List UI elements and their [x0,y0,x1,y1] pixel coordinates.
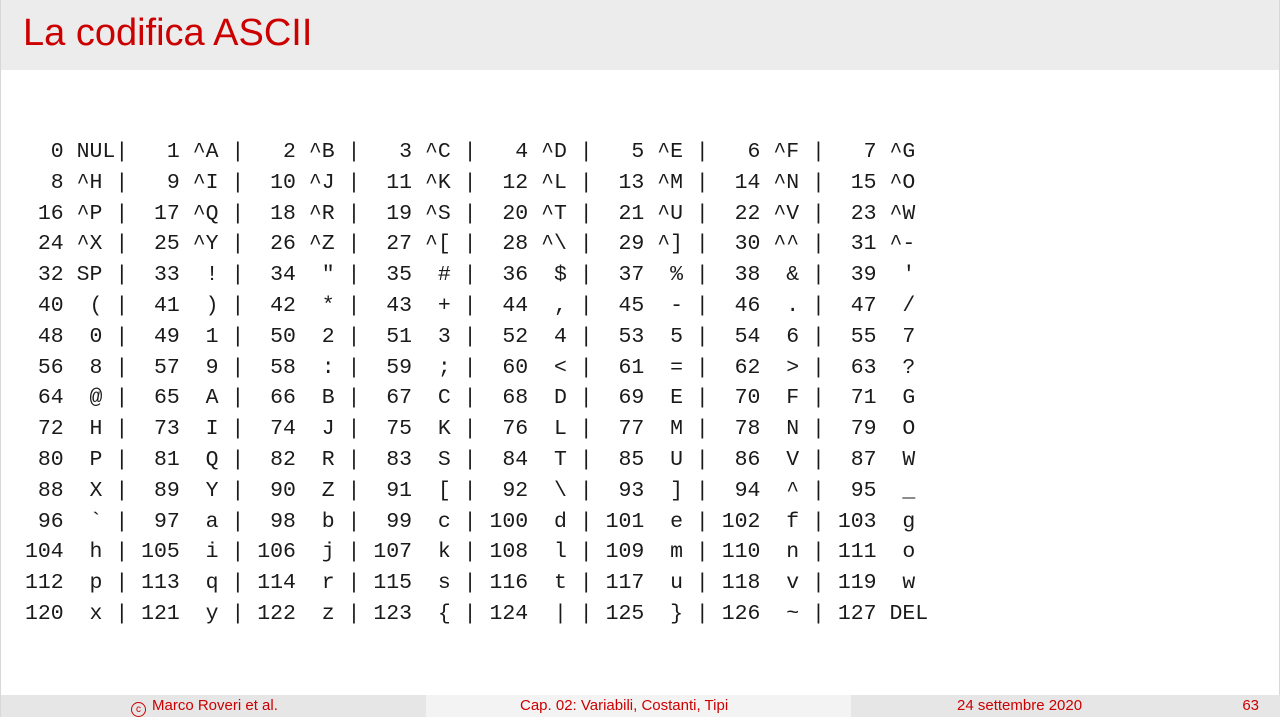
slide-title: La codifica ASCII [23,12,313,54]
ascii-table: 0 NUL| 1 ^A | 2 ^B | 3 ^C | 4 ^D | 5 ^E … [25,137,928,630]
ascii-table-row: 0 NUL| 1 ^A | 2 ^B | 3 ^C | 4 ^D | 5 ^E … [25,140,916,164]
footer-page-number: 63 [1242,697,1259,714]
ascii-table-row: 48 0 | 49 1 | 50 2 | 51 3 | 52 4 | 53 5 … [25,324,916,349]
ascii-table-row: 56 8 | 57 9 | 58 : | 59 ; | 60 < | 61 = … [25,355,916,380]
footer-chapter-section: Cap. 02: Variabili, Costanti, Tipi [426,695,851,717]
footer-author-section: c Marco Roveri et al. [1,695,426,717]
ascii-table-row: 40 ( | 41 ) | 42 * | 43 + | 44 , | 45 - … [25,293,916,318]
ascii-table-row: 64 @ | 65 A | 66 B | 67 C | 68 D | 69 E … [25,386,916,411]
ascii-table-row: 72 H | 73 I | 74 J | 75 K | 76 L | 77 M … [25,417,916,442]
ascii-table-row: 112 p | 113 q | 114 r | 115 s | 116 t | … [25,571,916,596]
ascii-table-row: 8 ^H | 9 ^I | 10 ^J | 11 ^K | 12 ^L | 13… [25,170,916,195]
slide: La codifica ASCII 0 NUL| 1 ^A | 2 ^B | 3… [0,0,1280,717]
ascii-table-row: 16 ^P | 17 ^Q | 18 ^R | 19 ^S | 20 ^T | … [25,201,916,226]
copyright-icon: c [131,702,146,717]
ascii-table-row: 96 ` | 97 a | 98 b | 99 c | 100 d | 101 … [25,509,916,534]
footer-date-section: 24 settembre 2020 63 [851,695,1280,717]
ascii-table-row: 24 ^X | 25 ^Y | 26 ^Z | 27 ^[ | 28 ^\ | … [25,232,916,257]
footer-author: Marco Roveri et al. [152,697,278,714]
slide-header: La codifica ASCII [1,0,1279,70]
ascii-table-row: 104 h | 105 i | 106 j | 107 k | 108 l | … [25,540,916,565]
footer-date: 24 settembre 2020 [957,697,1083,714]
ascii-table-row: 80 P | 81 Q | 82 R | 83 S | 84 T | 85 U … [25,447,916,472]
ascii-table-row: 32 SP | 33 ! | 34 " | 35 # | 36 $ | 37 %… [25,263,916,288]
ascii-table-row: 120 x | 121 y | 122 z | 123 { | 124 | | … [25,601,929,626]
footer-author-wrap: c Marco Roveri et al. [131,695,278,717]
ascii-table-row: 88 X | 89 Y | 90 Z | 91 [ | 92 \ | 93 ] … [25,478,916,503]
footer-chapter: Cap. 02: Variabili, Costanti, Tipi [520,697,729,714]
slide-footer: c Marco Roveri et al. Cap. 02: Variabili,… [1,695,1280,717]
